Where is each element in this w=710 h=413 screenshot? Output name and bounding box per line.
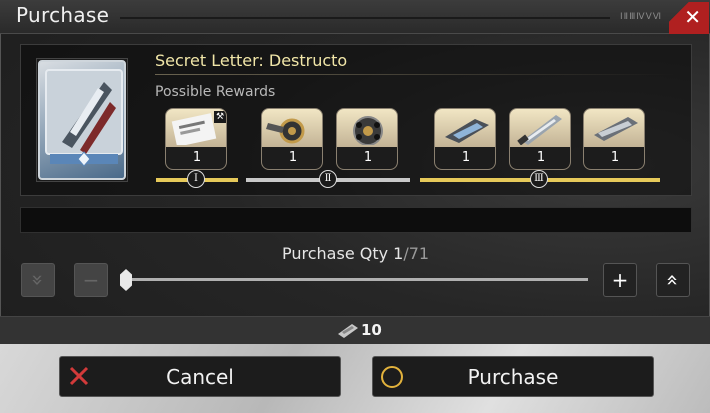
- reward-qty: 1: [584, 147, 644, 169]
- tier-3-badge: Ⅲ: [530, 170, 548, 188]
- double-chevron-down-icon: »: [26, 273, 50, 287]
- qty-slider-track[interactable]: [122, 278, 588, 281]
- currency-icon: [336, 322, 360, 338]
- gauntlet-icon: [435, 109, 495, 145]
- cancel-button[interactable]: Cancel: [59, 356, 341, 397]
- purchase-label: Purchase: [467, 365, 559, 389]
- max-qty-button[interactable]: «: [656, 263, 690, 297]
- reward-qty: 1: [166, 147, 226, 169]
- possible-rewards-label: Possible Rewards: [155, 84, 276, 100]
- reward-slot-gauntlet[interactable]: 1: [434, 108, 496, 170]
- name-divider: [155, 74, 675, 75]
- gear-weapon-icon: [262, 109, 322, 145]
- cancel-label: Cancel: [166, 365, 234, 389]
- plus-icon: +: [611, 268, 629, 292]
- increase-qty-button[interactable]: +: [603, 263, 637, 297]
- purchase-qty-label: Purchase Qty 1/71: [282, 244, 430, 263]
- purchase-button[interactable]: Purchase: [372, 356, 654, 397]
- title-decoration: ⅠⅡⅢⅣⅤⅥ: [620, 12, 663, 22]
- reward-qty: 1: [262, 147, 322, 169]
- hammer-icon: ⚒: [214, 111, 226, 123]
- reward-slot-letter[interactable]: ⚒ 1: [165, 108, 227, 170]
- close-button[interactable]: ✕: [669, 2, 709, 34]
- tier-1-badge: Ⅰ: [187, 170, 205, 188]
- reward-slot-scroll[interactable]: 1: [583, 108, 645, 170]
- reward-slot-gear-weapon[interactable]: 1: [261, 108, 323, 170]
- title-divider: [120, 17, 610, 19]
- item-name: Secret Letter: Destructo: [155, 51, 348, 70]
- reward-qty: 1: [435, 147, 495, 169]
- sword-icon: [510, 109, 570, 146]
- qty-current: 1: [393, 244, 404, 263]
- description-bar: [20, 207, 692, 233]
- decrease-qty-button[interactable]: −: [74, 263, 108, 297]
- close-icon: ✕: [684, 5, 701, 29]
- min-qty-button[interactable]: »: [21, 263, 55, 297]
- double-chevron-up-icon: «: [661, 273, 685, 287]
- scroll-icon: [584, 109, 644, 145]
- qty-prefix: Purchase Qty: [282, 244, 394, 263]
- reward-qty: 1: [337, 147, 397, 169]
- reward-qty: 1: [510, 147, 570, 169]
- reward-slot-sword[interactable]: 1: [509, 108, 571, 170]
- secret-letter-icon: [38, 60, 126, 180]
- reward-slot-orb[interactable]: 1: [336, 108, 398, 170]
- cost-value: 10: [361, 321, 382, 339]
- orb-icon: [337, 109, 397, 146]
- qty-max: 71: [408, 244, 430, 263]
- dialog-title: Purchase: [16, 3, 110, 27]
- minus-icon: −: [82, 268, 100, 292]
- tier-2-badge: Ⅱ: [319, 170, 337, 188]
